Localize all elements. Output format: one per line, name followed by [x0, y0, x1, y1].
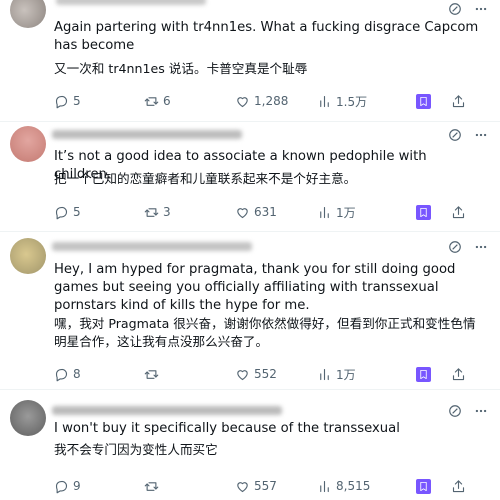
reply-options: [448, 404, 488, 418]
reply-text-en: Again partering with tr4nn1es. What a fu…: [54, 20, 479, 53]
edit-icon[interactable]: [448, 404, 462, 418]
share-icon: [452, 94, 465, 107]
edit-icon[interactable]: [448, 240, 462, 254]
avatar[interactable]: [10, 400, 46, 436]
action-bar: 5 3 631 1万: [54, 204, 492, 220]
action-bar: 8 552 1万: [54, 366, 492, 382]
view-count: 1万: [336, 367, 356, 382]
bookmark-icon: [420, 369, 427, 379]
share-icon: [452, 479, 465, 492]
bookmark-button[interactable]: [416, 204, 431, 220]
like-icon: [237, 481, 248, 492]
share-icon: [452, 205, 465, 218]
like-icon: [237, 207, 248, 218]
bookmark-button[interactable]: [416, 478, 431, 494]
share-button[interactable]: [451, 367, 466, 382]
like-button[interactable]: 1,288: [235, 94, 288, 109]
reply-text-zh: 把一个已知的恋童癖者和儿童联系起来不是个好主意。: [54, 171, 357, 186]
views-button[interactable]: 1.5万: [317, 93, 367, 110]
redacted-username: [56, 0, 206, 5]
reply-options: [448, 240, 488, 254]
avatar[interactable]: [10, 238, 46, 274]
reply-icon: [55, 480, 68, 493]
avatar[interactable]: [10, 0, 46, 28]
views-icon: [320, 95, 329, 107]
retweet-count: 3: [163, 205, 171, 219]
redacted-username: [52, 406, 282, 415]
like-icon: [237, 96, 248, 107]
more-icon[interactable]: [474, 404, 488, 418]
retweet-button[interactable]: [144, 367, 163, 382]
views-button[interactable]: 8,515: [317, 479, 370, 494]
views-icon: [320, 206, 329, 218]
bookmark-icon: [420, 481, 427, 491]
reply-text-zh: 嘿，我对 Pragmata 很兴奋，谢谢你依然做得好，但看到你正式和变性色情明星…: [54, 316, 476, 349]
like-button[interactable]: 557: [235, 479, 277, 494]
more-icon[interactable]: [474, 128, 488, 142]
redacted-username: [52, 130, 242, 139]
bookmark-icon: [420, 96, 427, 106]
reply-4[interactable]: I won't buy it specifically because of t…: [0, 390, 500, 500]
like-icon: [237, 369, 248, 380]
like-button[interactable]: 631: [235, 205, 277, 220]
view-count: 8,515: [336, 479, 371, 493]
redacted-username: [52, 242, 252, 251]
bookmark-button[interactable]: [416, 366, 431, 382]
views-icon: [320, 368, 329, 380]
reply-icon: [55, 368, 68, 381]
action-bar: 5 6 1,288 1.5万: [54, 93, 492, 109]
like-count: 1,288: [254, 94, 289, 108]
retweet-button[interactable]: 3: [144, 205, 171, 220]
retweet-count: 6: [163, 94, 171, 108]
retweet-icon: [144, 207, 159, 217]
reply-text-en: Hey, I am hyped for pragmata, thank you …: [54, 262, 456, 313]
action-bar: 9 557 8,515: [54, 478, 492, 494]
reply-text-en: I won't buy it specifically because of t…: [54, 421, 400, 436]
more-icon[interactable]: [474, 240, 488, 254]
reply-count: 5: [73, 205, 81, 219]
edit-icon[interactable]: [448, 128, 462, 142]
retweet-button[interactable]: [144, 479, 163, 494]
like-button[interactable]: 552: [235, 367, 277, 382]
retweet-button[interactable]: 6: [144, 94, 171, 109]
reply-1[interactable]: Again partering with tr4nn1es. What a fu…: [0, 0, 500, 122]
reply-2[interactable]: It’s not a good idea to associate a know…: [0, 122, 500, 232]
share-button[interactable]: [451, 479, 466, 494]
reply-count: 9: [73, 479, 81, 493]
like-count: 552: [254, 367, 277, 381]
reply-icon: [55, 95, 68, 108]
reply-count: 8: [73, 367, 81, 381]
like-count: 631: [254, 205, 277, 219]
avatar[interactable]: [10, 126, 46, 162]
share-button[interactable]: [451, 94, 466, 109]
retweet-icon: [144, 369, 159, 379]
reply-icon: [55, 206, 68, 219]
retweet-icon: [144, 481, 159, 491]
reply-button[interactable]: 8: [54, 367, 81, 382]
edit-icon[interactable]: [448, 2, 462, 16]
more-icon[interactable]: [474, 2, 488, 16]
reply-text-zh: 我不会专门因为变性人而买它: [54, 442, 218, 457]
bookmark-button[interactable]: [416, 93, 431, 109]
bookmark-icon: [420, 207, 427, 217]
views-icon: [320, 480, 329, 492]
share-button[interactable]: [451, 205, 466, 220]
like-count: 557: [254, 479, 277, 493]
share-icon: [452, 367, 465, 380]
reply-options: [448, 128, 488, 142]
view-count: 1万: [336, 205, 356, 220]
retweet-icon: [144, 96, 159, 106]
reply-3[interactable]: Hey, I am hyped for pragmata, thank you …: [0, 232, 500, 390]
reply-button[interactable]: 5: [54, 205, 81, 220]
reply-text-zh: 又一次和 tr4nn1es 说话。卡普空真是个耻辱: [54, 61, 308, 76]
reply-count: 5: [73, 94, 81, 108]
view-count: 1.5万: [336, 94, 368, 109]
reply-button[interactable]: 9: [54, 479, 81, 494]
reply-options: [448, 2, 488, 16]
views-button[interactable]: 1万: [317, 204, 356, 221]
reply-button[interactable]: 5: [54, 94, 81, 109]
views-button[interactable]: 1万: [317, 366, 356, 383]
